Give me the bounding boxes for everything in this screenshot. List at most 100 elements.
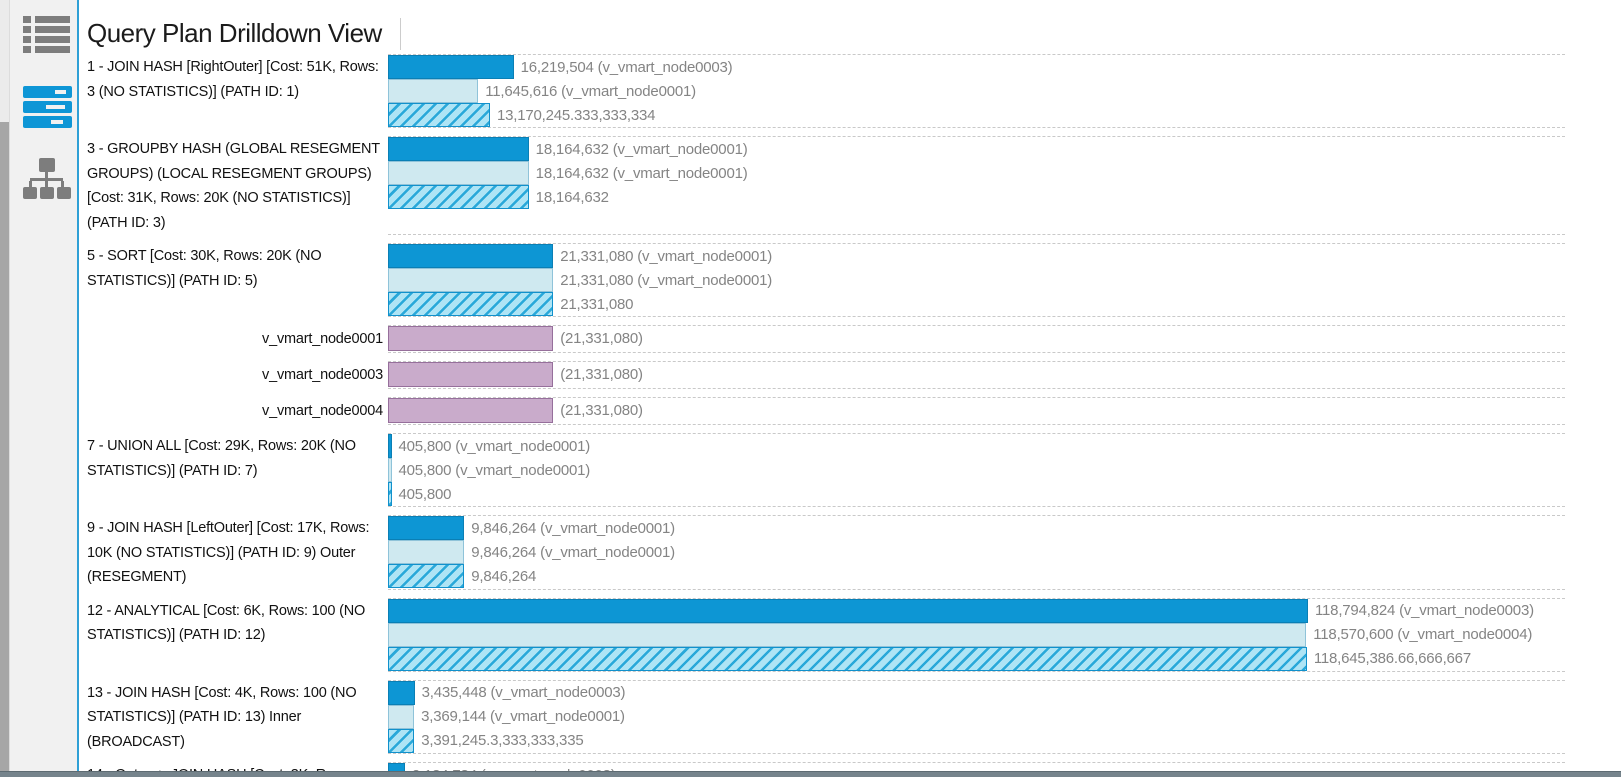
bar-line: 2,184,784 (v_vmart_node0003) [388,763,1565,771]
plan-path-row: 3 - GROUPBY HASH (GLOBAL RESEGMENT GROUP… [81,136,1621,235]
path-label: 13 - JOIN HASH [Cost: 4K, Rows: 100 (NO … [81,680,388,755]
max-counter-bar[interactable] [388,434,392,458]
main-content: Query Plan Drilldown View 1 - JOIN HASH … [81,0,1621,771]
bar-line: 21,331,080 (v_vmart_node0001) [388,244,1565,268]
max-counter-bar[interactable] [388,516,464,540]
bar-group: 3,435,448 (v_vmart_node0003) 3,369,144 (v… [388,680,1565,755]
plan-path-row: 1 - JOIN HASH [RightOuter] [Cost: 51K, R… [81,54,1621,128]
bar-value: (21,331,080) [560,330,643,347]
min-counter-bar[interactable] [388,623,1306,647]
path-label: 7 - UNION ALL [Cost: 29K, Rows: 20K (NO … [81,433,388,507]
avg-counter-bar[interactable] [388,292,553,316]
min-counter-bar[interactable] [388,161,529,185]
avg-counter-bar[interactable] [388,729,414,753]
bar-value: 3,369,144 (v_vmart_node0001) [421,708,625,725]
plan-path-row: 13 - JOIN HASH [Cost: 4K, Rows: 100 (NO … [81,680,1621,755]
bar-group: (21,331,080) [388,325,1565,353]
max-counter-bar[interactable] [388,55,514,79]
bar-line: 118,570,600 (v_vmart_node0004) [388,623,1565,647]
bar-group: 16,219,504 (v_vmart_node0003) 11,645,616 … [388,54,1565,128]
bar-line: 21,331,080 [388,292,1565,316]
min-counter-bar[interactable] [388,705,414,729]
bar-value: 18,164,632 (v_vmart_node0001) [536,141,748,158]
min-counter-bar[interactable] [388,540,464,564]
max-counter-bar[interactable] [388,763,405,771]
path-label: 12 - ANALYTICAL [Cost: 6K, Rows: 100 (NO… [81,598,388,672]
list-view-icon[interactable] [23,15,73,61]
plan-path-row: 12 - ANALYTICAL [Cost: 6K, Rows: 100 (NO… [81,598,1621,672]
max-counter-bar[interactable] [388,681,415,705]
plan-path-row: 14 - Outer -> JOIN HASH [Cost: 3K, Rows:… [81,762,1621,771]
bar-value: 16,219,504 (v_vmart_node0003) [521,59,733,76]
bar-value: 21,331,080 [560,296,633,313]
bar-value: 3,391,245.3,333,333,335 [421,732,583,749]
path-label: 1 - JOIN HASH [RightOuter] [Cost: 51K, R… [81,54,388,128]
min-counter-bar[interactable] [388,79,478,103]
bar-group: 18,164,632 (v_vmart_node0001)18,164,632 … [388,136,1565,235]
bar-value: 405,800 (v_vmart_node0001) [399,462,591,479]
bar-line: 21,331,080 (v_vmart_node0001) [388,268,1565,292]
bar-value: 405,800 (v_vmart_node0001) [399,438,591,455]
bar-value: 118,645,386.66,666,667 [1314,650,1471,667]
bar-line: 11,645,616 (v_vmart_node0001) [388,79,1565,103]
bar-group: (21,331,080) [388,361,1565,389]
bar-value: 3,435,448 (v_vmart_node0003) [422,684,626,701]
bar-group: 405,800 (v_vmart_node0001) 405,800 (v_vma… [388,433,1565,507]
bar-line: 3,435,448 (v_vmart_node0003) [388,681,1565,705]
node-row: v_vmart_node0001 (21,331,080) [81,325,1621,353]
node-row: v_vmart_node0004(21,331,080) [81,397,1621,425]
bar-line: 18,164,632 (v_vmart_node0001) [388,137,1565,161]
left-scrollbar[interactable] [0,0,10,771]
avg-counter-bar[interactable] [388,564,464,588]
bar-line: 118,645,386.66,666,667 [388,647,1565,671]
bar-value: 118,570,600 (v_vmart_node0004) [1313,626,1532,643]
node-counter-bar[interactable] [388,362,553,387]
avg-counter-bar[interactable] [388,185,529,209]
bottom-edge [0,771,1621,777]
bar-value: 21,331,080 (v_vmart_node0001) [560,248,772,265]
avg-counter-bar[interactable] [388,482,392,506]
bar-line: 3,369,144 (v_vmart_node0001) [388,705,1565,729]
view-switcher-sidebar [10,0,79,771]
bar-group: 9,846,264 (v_vmart_node0001) 9,846,264 (v… [388,515,1565,590]
bar-line: 16,219,504 (v_vmart_node0003) [388,55,1565,79]
bar-group: 118,794,824 (v_vmart_node0003) 118,570,60… [388,598,1565,672]
bar-value: 9,846,264 (v_vmart_node0001) [471,544,675,561]
bar-value: 405,800 [399,486,452,503]
max-counter-bar[interactable] [388,599,1308,623]
bar-line: 18,164,632 [388,185,1565,209]
title-bar: Query Plan Drilldown View [81,0,1621,50]
bar-line: 405,800 [388,482,1565,506]
tree-view-icon[interactable] [23,156,73,202]
min-counter-bar[interactable] [388,458,392,482]
path-label: 5 - SORT [Cost: 30K, Rows: 20K (NO STATI… [81,243,388,317]
bar-group: 21,331,080 (v_vmart_node0001) 21,331,080 … [388,243,1565,317]
bar-value: 21,331,080 (v_vmart_node0001) [560,272,772,289]
node-label: v_vmart_node0001 [81,325,388,353]
bar-value: 18,164,632 [536,189,609,206]
path-label: 14 - Outer -> JOIN HASH [Cost: 3K, Rows:… [81,762,388,771]
bar-line: 118,794,824 (v_vmart_node0003) [388,599,1565,623]
plan-path-row: 5 - SORT [Cost: 30K, Rows: 20K (NO STATI… [81,243,1621,317]
path-label: 9 - JOIN HASH [LeftOuter] [Cost: 17K, Ro… [81,515,388,590]
bar-value: 9,846,264 (v_vmart_node0001) [471,520,675,537]
drilldown-view-icon[interactable] [23,86,73,132]
bar-group: 2,184,784 (v_vmart_node0003) [388,762,1565,771]
bar-value: 11,645,616 (v_vmart_node0001) [485,83,696,100]
node-counter-bar[interactable] [388,326,553,351]
bar-value: 118,794,824 (v_vmart_node0003) [1315,602,1534,619]
avg-counter-bar[interactable] [388,647,1307,671]
bar-value: (21,331,080) [560,366,643,383]
bar-line: 3,391,245.3,333,333,335 [388,729,1565,753]
left-scrollbar-thumb[interactable] [0,122,9,771]
bar-line: 9,846,264 (v_vmart_node0001) [388,516,1565,540]
node-counter-bar[interactable] [388,398,553,423]
max-counter-bar[interactable] [388,137,529,161]
bar-line: 13,170,245.333,333,334 [388,103,1565,127]
max-counter-bar[interactable] [388,244,553,268]
avg-counter-bar[interactable] [388,103,490,127]
node-label: v_vmart_node0004 [81,397,388,425]
bar-line: 9,846,264 [388,564,1565,588]
min-counter-bar[interactable] [388,268,553,292]
bar-line: 405,800 (v_vmart_node0001) [388,434,1565,458]
